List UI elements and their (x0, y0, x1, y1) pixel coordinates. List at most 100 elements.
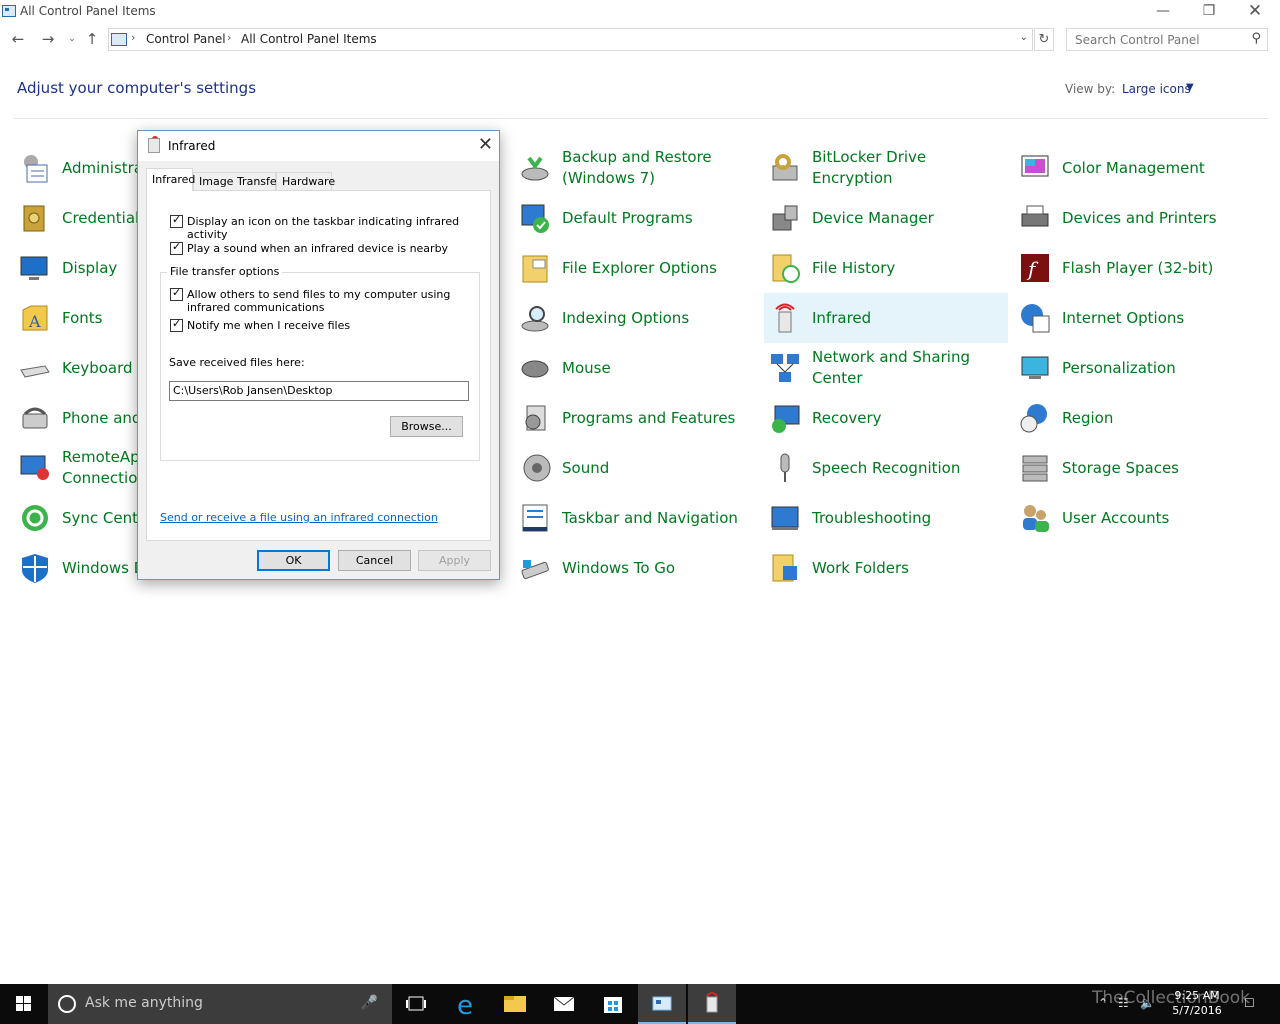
tab-infrared[interactable]: Infrared (146, 168, 195, 191)
infrared-taskbar-icon[interactable] (688, 984, 736, 1024)
admin-tools-icon (19, 152, 51, 184)
window-title: All Control Panel Items (20, 4, 156, 18)
item-device-manager[interactable]: Device Manager (764, 193, 1008, 243)
tab-hardware[interactable]: Hardware (276, 172, 335, 191)
cortana-search-box[interactable]: Ask me anything 🎤 (48, 984, 392, 1024)
action-center-icon[interactable]: ☐ (1244, 996, 1255, 1010)
chevron-down-icon[interactable]: ⌄ (1020, 32, 1028, 43)
search-placeholder: Search Control Panel (1075, 33, 1200, 47)
network-tray-icon[interactable]: ☷ (1118, 996, 1129, 1010)
programs-icon (519, 402, 551, 434)
save-location-label: Save received files here: (169, 356, 305, 369)
item-sound[interactable]: Sound (514, 443, 758, 493)
allow-send-checkbox[interactable] (170, 286, 183, 301)
ok-button[interactable]: OK (257, 550, 330, 571)
backup-icon (519, 152, 551, 184)
play-sound-label: Play a sound when an infrared device is … (187, 242, 449, 255)
item-label: Speech Recognition (812, 458, 961, 477)
item-windows-to-go[interactable]: Windows To Go (514, 543, 758, 593)
file-explorer-icon[interactable] (491, 984, 539, 1024)
search-input[interactable]: Search Control Panel ⚲ (1066, 28, 1268, 51)
browse-button[interactable]: Browse... (390, 416, 463, 437)
phone-icon (19, 402, 51, 434)
breadcrumb-separator-icon[interactable]: › (227, 31, 231, 44)
notify-checkbox[interactable] (170, 317, 183, 332)
item-flash-player[interactable]: f Flash Player (32-bit) (1014, 243, 1258, 293)
control-panel-taskbar-icon[interactable] (638, 984, 686, 1024)
taskbar: Ask me anything 🎤 e TheCollectionBook ⌃ … (0, 984, 1280, 1024)
sound-icon (519, 452, 551, 484)
item-region[interactable]: Region (1014, 393, 1258, 443)
item-file-explorer-options[interactable]: File Explorer Options (514, 243, 758, 293)
item-file-history[interactable]: File History (764, 243, 1008, 293)
cancel-button[interactable]: Cancel (338, 550, 411, 571)
clock[interactable]: 9:25 AM 5/7/2016 (1162, 988, 1232, 1018)
search-icon[interactable]: ⚲ (1251, 31, 1261, 46)
microphone-icon[interactable]: 🎤 (361, 995, 378, 1011)
notify-label: Notify me when I receive files (187, 319, 351, 332)
item-mouse[interactable]: Mouse (514, 343, 758, 393)
default-programs-icon (519, 202, 551, 234)
task-view-icon[interactable] (392, 984, 440, 1024)
refresh-button[interactable]: ↻ (1034, 28, 1054, 51)
store-icon[interactable] (589, 984, 637, 1024)
view-by-dropdown[interactable]: Large icons (1122, 82, 1191, 96)
caret-down-icon[interactable]: ▼ (1186, 82, 1194, 93)
page-title: Adjust your computer's settings (17, 79, 257, 97)
close-button[interactable]: ✕ (1232, 0, 1278, 24)
show-hidden-icons[interactable]: ⌃ (1098, 996, 1108, 1010)
item-infrared[interactable]: Infrared (764, 293, 1008, 343)
edge-browser-icon[interactable]: e (443, 984, 491, 1024)
send-receive-link[interactable]: Send or receive a file using an infrared… (160, 511, 438, 524)
item-backup-and-restore[interactable]: Backup and Restore (Windows 7) (514, 143, 758, 193)
item-internet-options[interactable]: Internet Options (1014, 293, 1258, 343)
item-speech-recognition[interactable]: Speech Recognition (764, 443, 1008, 493)
item-indexing-options[interactable]: Indexing Options (514, 293, 758, 343)
item-work-folders[interactable]: Work Folders (764, 543, 1008, 593)
item-label: Flash Player (32-bit) (1062, 258, 1214, 277)
item-label: Personalization (1062, 358, 1176, 377)
volume-icon[interactable]: 🔈 (1140, 996, 1155, 1010)
show-icon-label: Display an icon on the taskbar indicatin… (187, 215, 460, 241)
forward-button[interactable]: → (38, 29, 58, 49)
up-button[interactable]: ↑ (82, 29, 102, 49)
item-default-programs[interactable]: Default Programs (514, 193, 758, 243)
minimize-button[interactable]: — (1140, 0, 1186, 24)
item-programs-and-features[interactable]: Programs and Features (514, 393, 758, 443)
item-taskbar-and-navigation[interactable]: Taskbar and Navigation (514, 493, 758, 543)
color-management-icon (1019, 152, 1051, 184)
recent-locations-icon[interactable]: ⌄ (62, 29, 82, 49)
restore-button[interactable]: ❐ (1186, 0, 1232, 24)
item-troubleshooting[interactable]: Troubleshooting (764, 493, 1008, 543)
item-recovery[interactable]: Recovery (764, 393, 1008, 443)
item-user-accounts[interactable]: User Accounts (1014, 493, 1258, 543)
troubleshooting-icon (769, 502, 801, 534)
item-color-management[interactable]: Color Management (1014, 143, 1258, 193)
show-icon-checkbox[interactable] (170, 213, 183, 228)
start-button[interactable] (0, 984, 48, 1024)
address-bar[interactable]: › Control Panel › All Control Panel Item… (108, 28, 1033, 51)
back-button[interactable]: ← (8, 29, 28, 49)
mail-icon[interactable] (540, 984, 588, 1024)
item-bitlocker[interactable]: BitLocker Drive Encryption (764, 143, 1008, 193)
view-by-label: View by: (1065, 82, 1116, 96)
breadcrumb-control-panel[interactable]: Control Panel (146, 32, 226, 46)
control-panel-icon (2, 5, 16, 17)
item-label: Network and Sharing Center (812, 348, 970, 387)
play-sound-checkbox[interactable] (170, 240, 183, 255)
item-label: Troubleshooting (812, 508, 932, 527)
item-devices-and-printers[interactable]: Devices and Printers (1014, 193, 1258, 243)
breadcrumb-separator-icon[interactable]: › (131, 31, 135, 44)
device-manager-icon (769, 202, 801, 234)
save-path-field[interactable]: C:\Users\Rob Jansen\Desktop (169, 381, 469, 401)
item-label: Backup and Restore (Windows 7) (562, 148, 712, 187)
windows-to-go-icon (519, 552, 551, 584)
apply-button[interactable]: Apply (418, 550, 491, 571)
item-personalization[interactable]: Personalization (1014, 343, 1258, 393)
item-storage-spaces[interactable]: Storage Spaces (1014, 443, 1258, 493)
dialog-close-button[interactable]: ✕ (478, 134, 493, 155)
tab-image-transfer[interactable]: Image Transfer (193, 172, 281, 191)
storage-icon (1019, 452, 1051, 484)
breadcrumb-all-items[interactable]: All Control Panel Items (241, 32, 377, 46)
item-network-and-sharing[interactable]: Network and Sharing Center (764, 343, 1008, 393)
